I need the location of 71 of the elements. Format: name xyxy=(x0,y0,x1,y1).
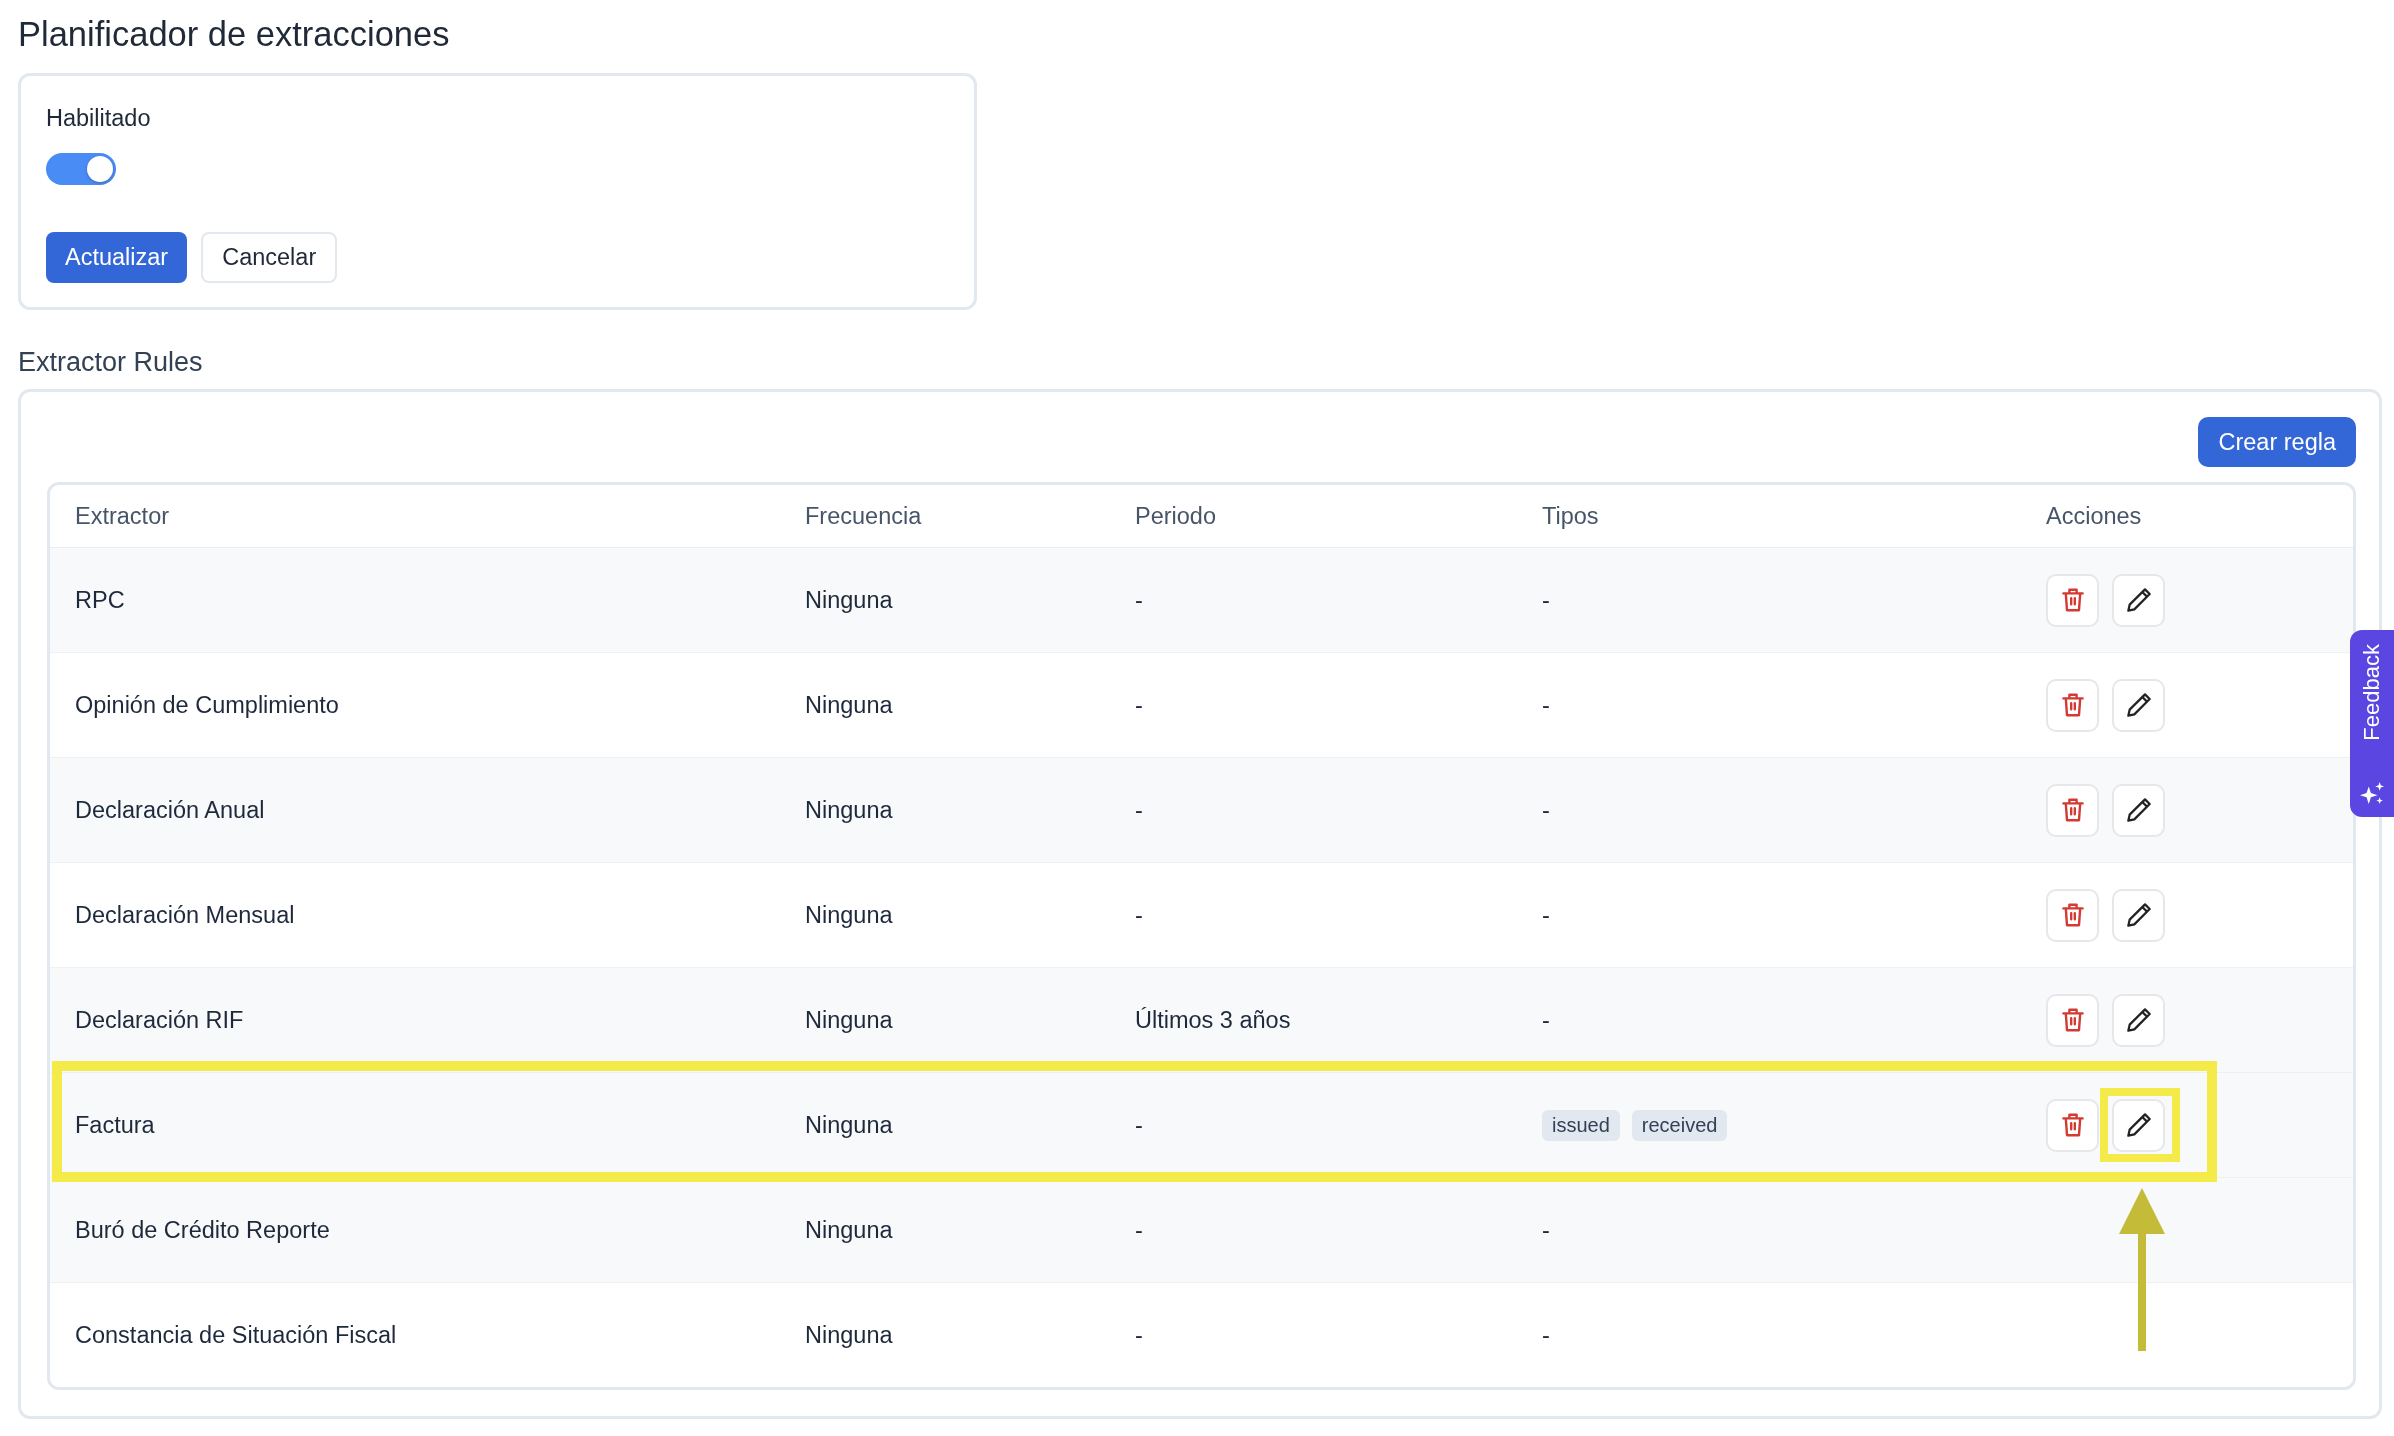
table-cell: - xyxy=(1135,586,1143,614)
create-rule-button[interactable]: Crear regla xyxy=(2198,417,2356,467)
column-header: Extractor xyxy=(75,502,170,530)
trash-icon xyxy=(2060,693,2085,717)
table-cell: - xyxy=(1542,586,1550,614)
edit-button[interactable] xyxy=(2112,783,2165,837)
table-cell: RPC xyxy=(75,586,125,614)
edit-button[interactable] xyxy=(2112,678,2165,732)
cancel-button[interactable]: Cancelar xyxy=(201,232,338,283)
edit-button[interactable] xyxy=(2112,993,2165,1047)
table-cell: - xyxy=(1135,1111,1143,1139)
table-cell: - xyxy=(1542,901,1550,929)
column-header: Acciones xyxy=(2046,502,2142,530)
pencil-icon xyxy=(2126,1113,2151,1137)
sparkle-icon xyxy=(2360,781,2384,805)
table-cell: - xyxy=(1135,1321,1143,1349)
table-cell: Ninguna xyxy=(805,796,893,824)
toggle-switch[interactable] xyxy=(46,153,116,185)
column-header: Frecuencia xyxy=(805,502,922,530)
table-cell: - xyxy=(1135,1216,1143,1244)
table-cell: - xyxy=(1135,691,1143,719)
pencil-icon xyxy=(2126,693,2151,717)
table-cell: Ninguna xyxy=(805,1321,893,1349)
pencil-icon xyxy=(2126,1008,2151,1032)
edit-button[interactable] xyxy=(2112,1098,2165,1152)
table-cell: Declaración Mensual xyxy=(75,901,295,929)
trash-icon xyxy=(2060,1113,2085,1137)
table-cell: Declaración RIF xyxy=(75,1006,244,1034)
table-cell: Declaración Anual xyxy=(75,796,265,824)
table-cell: Constancia de Situación Fiscal xyxy=(75,1321,397,1349)
delete-button[interactable] xyxy=(2046,1098,2099,1152)
table-cell: Ninguna xyxy=(805,586,893,614)
column-header: Periodo xyxy=(1135,502,1216,530)
field-label: Habilitado xyxy=(46,104,151,133)
table-cell: Ninguna xyxy=(805,691,893,719)
delete-button[interactable] xyxy=(2046,993,2099,1047)
submit-button[interactable]: Actualizar xyxy=(46,232,188,283)
table-cell: - xyxy=(1542,691,1550,719)
table-cell: Ninguna xyxy=(805,1111,893,1139)
table-cell: Opinión de Cumplimiento xyxy=(75,691,339,719)
table-cell: - xyxy=(1542,796,1550,824)
delete-button[interactable] xyxy=(2046,888,2099,942)
edit-button[interactable] xyxy=(2112,888,2165,942)
table-cell: - xyxy=(1542,1006,1550,1034)
trash-icon xyxy=(2060,798,2085,822)
trash-icon xyxy=(2060,1008,2085,1032)
table-cell: Ninguna xyxy=(805,901,893,929)
table-cell: - xyxy=(1135,796,1143,824)
edit-button[interactable] xyxy=(2112,573,2165,627)
pencil-icon xyxy=(2126,798,2151,822)
trash-icon xyxy=(2060,588,2085,612)
table-cell: - xyxy=(1135,901,1143,929)
type-tag: issued xyxy=(1542,1109,1620,1141)
section-title: Extractor Rules xyxy=(18,346,203,378)
table-cell: - xyxy=(1542,1216,1550,1244)
pencil-icon xyxy=(2126,903,2151,927)
feedback-tab[interactable]: Feedback xyxy=(2350,630,2394,817)
delete-button[interactable] xyxy=(2046,573,2099,627)
table-cell: Últimos 3 años xyxy=(1135,1006,1291,1034)
pencil-icon xyxy=(2126,588,2151,612)
type-tag: received xyxy=(1631,1109,1728,1141)
delete-button[interactable] xyxy=(2046,783,2099,837)
table-cell: Ninguna xyxy=(805,1216,893,1244)
table-cell: - xyxy=(1542,1321,1550,1349)
table-cell: Ninguna xyxy=(805,1006,893,1034)
trash-icon xyxy=(2060,903,2085,927)
table-cell: Buró de Crédito Reporte xyxy=(75,1216,330,1244)
column-header: Tipos xyxy=(1542,502,1599,530)
table-cell: Factura xyxy=(75,1111,155,1139)
delete-button[interactable] xyxy=(2046,678,2099,732)
page-title: Planificador de extracciones xyxy=(18,14,450,54)
